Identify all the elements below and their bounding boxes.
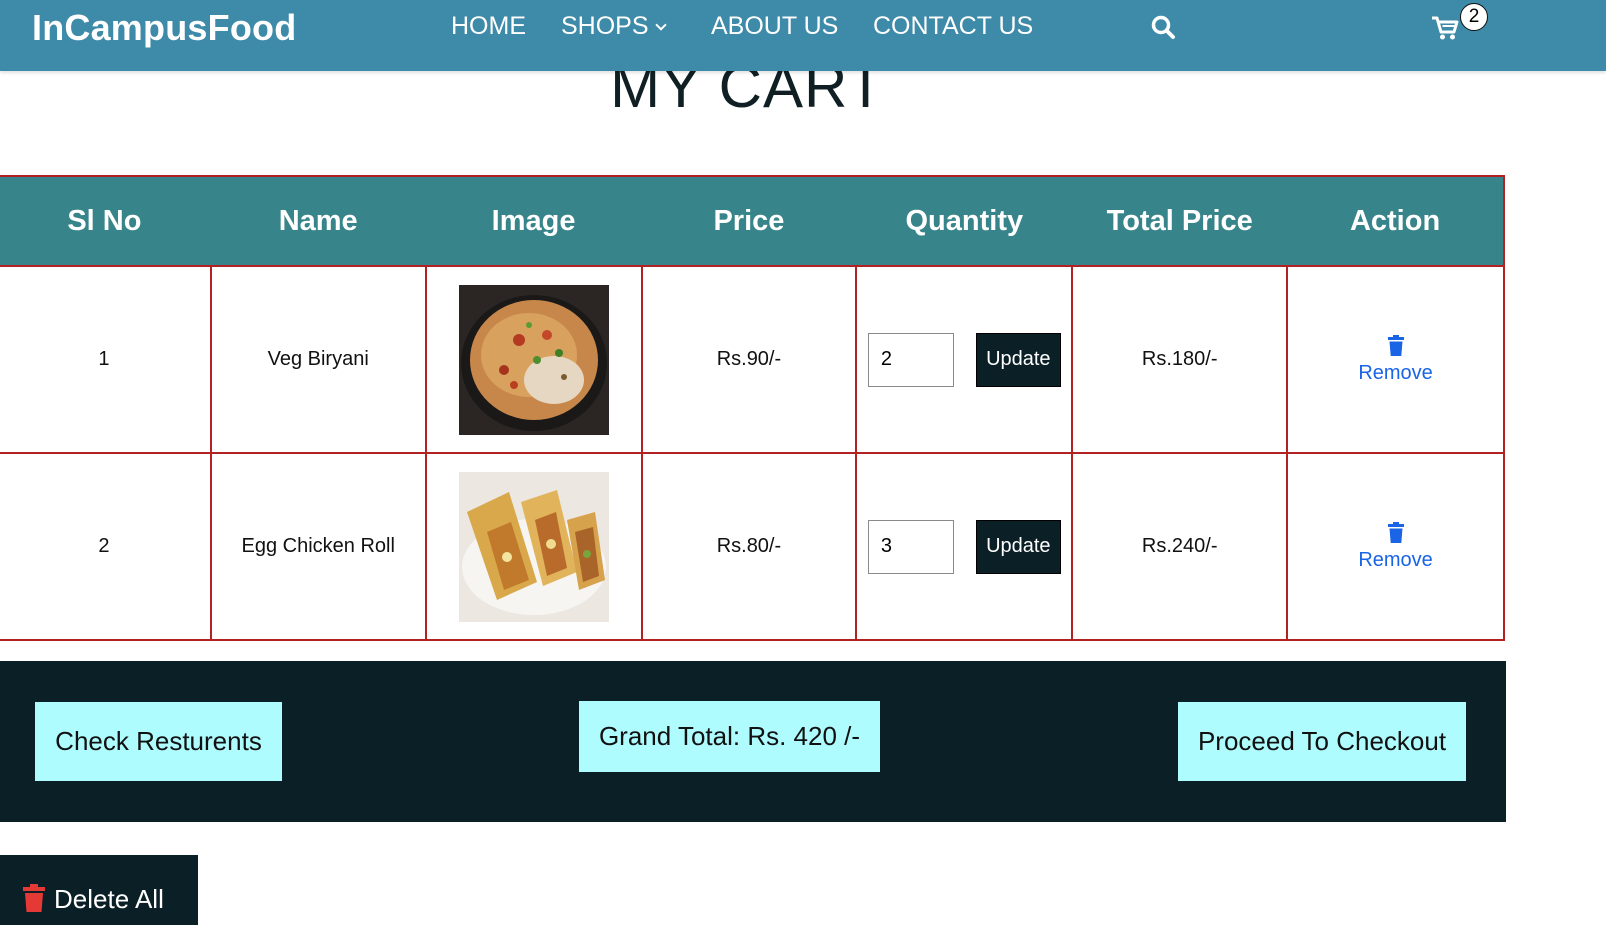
- header-price: Price: [641, 175, 857, 266]
- quantity-form: Update: [857, 332, 1071, 387]
- header-sl-no: Sl No: [0, 175, 211, 266]
- cart-icon[interactable]: [1430, 14, 1460, 42]
- update-button[interactable]: Update: [975, 519, 1061, 574]
- navbar: InCampusFood HOME SHOPS ABOUT US CONTACT…: [0, 0, 1606, 71]
- cell-name: Veg Biryani: [209, 265, 427, 454]
- check-restaurants-button[interactable]: Check Resturents: [35, 702, 282, 781]
- cell-image: [424, 452, 643, 641]
- search-icon[interactable]: [1150, 14, 1176, 40]
- nav-about-us[interactable]: ABOUT US: [711, 12, 838, 41]
- brand-logo[interactable]: InCampusFood: [32, 7, 296, 49]
- delete-all-button[interactable]: Delete All: [0, 855, 198, 925]
- quantity-input[interactable]: [867, 519, 954, 574]
- cell-price: Rs.90/-: [640, 265, 858, 454]
- cell-action: Remove: [1286, 265, 1505, 454]
- cell-quantity: Update: [855, 452, 1074, 641]
- nav-shops[interactable]: SHOPS: [561, 12, 667, 41]
- cell-image: [424, 265, 643, 454]
- egg-chicken-roll-image: [458, 471, 609, 622]
- cell-sl-no: 2: [0, 452, 212, 641]
- remove-label: Remove: [1358, 361, 1433, 384]
- cell-total-price: Rs.240/-: [1071, 452, 1289, 641]
- nav-contact-us[interactable]: CONTACT US: [873, 12, 1033, 41]
- table-header-row: Sl No Name Image Price Quantity Total Pr…: [0, 175, 1505, 266]
- header-name: Name: [210, 175, 426, 266]
- remove-link[interactable]: Remove: [1358, 334, 1433, 385]
- update-button[interactable]: Update: [975, 332, 1061, 387]
- chevron-down-icon: [654, 19, 667, 31]
- header-quantity: Quantity: [856, 175, 1073, 266]
- cart-table: Sl No Name Image Price Quantity Total Pr…: [0, 175, 1505, 641]
- nav-home[interactable]: HOME: [451, 12, 526, 41]
- cell-total-price: Rs.180/-: [1071, 265, 1289, 454]
- grand-total: Grand Total: Rs. 420 /-: [579, 701, 880, 772]
- header-action: Action: [1287, 175, 1505, 266]
- cell-quantity: Update: [855, 265, 1074, 454]
- proceed-to-checkout-button[interactable]: Proceed To Checkout: [1178, 702, 1466, 781]
- veg-biryani-image: [458, 284, 609, 435]
- cell-name: Egg Chicken Roll: [209, 452, 427, 641]
- quantity-form: Update: [857, 519, 1071, 574]
- header-total-price: Total Price: [1072, 175, 1288, 266]
- header-image: Image: [425, 175, 642, 266]
- quantity-input[interactable]: [867, 332, 954, 387]
- cell-price: Rs.80/-: [640, 452, 858, 641]
- trash-icon: [1387, 334, 1404, 356]
- cell-action: Remove: [1286, 452, 1505, 641]
- cart-count-badge: 2: [1460, 3, 1488, 31]
- cart-summary-bar: Check Resturents Grand Total: Rs. 420 /-…: [0, 661, 1506, 822]
- cell-sl-no: 1: [0, 265, 212, 454]
- delete-all-label: Delete All: [54, 884, 164, 914]
- trash-icon: [23, 884, 45, 912]
- table-row: 2 Egg Chicken Roll Rs.80/- 3 Update Rs.2…: [0, 452, 1505, 641]
- table-row: 1 Veg Biryani Rs.90/- 2 Update Rs.180/- …: [0, 265, 1505, 454]
- nav-shops-label: SHOPS: [561, 12, 649, 40]
- remove-label: Remove: [1358, 548, 1433, 571]
- trash-icon: [1387, 521, 1404, 543]
- remove-link[interactable]: Remove: [1358, 521, 1433, 572]
